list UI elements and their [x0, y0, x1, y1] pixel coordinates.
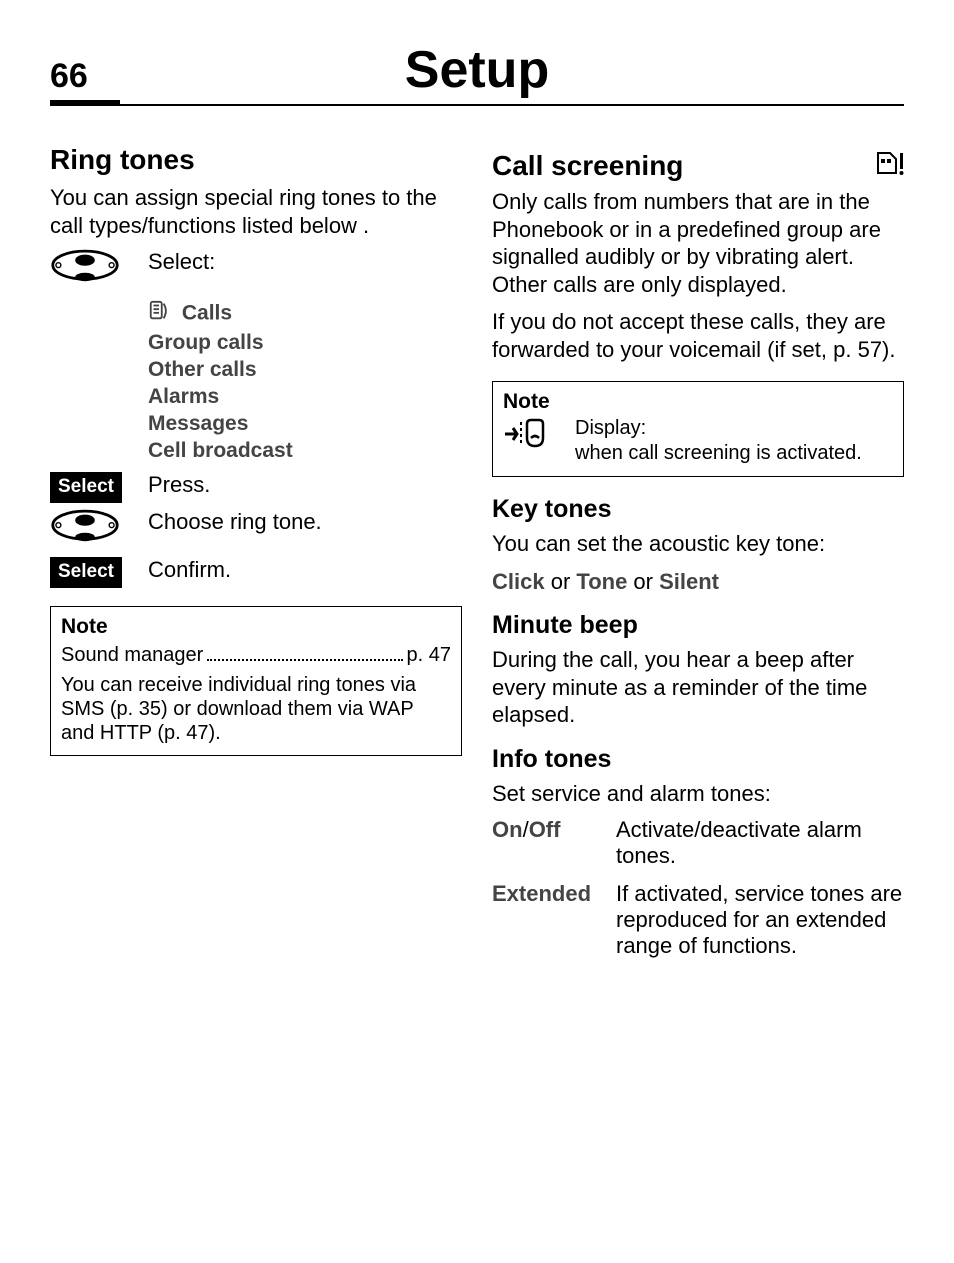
note-title: Note — [61, 615, 451, 639]
option-group-calls: Group calls — [148, 331, 462, 355]
select-label: Select: — [148, 249, 462, 275]
left-column: Ring tones You can assign special ring t… — [50, 134, 462, 959]
opt-click: Click — [492, 569, 545, 594]
on-label: On — [492, 817, 523, 842]
call-screening-p1: Only calls from numbers that are in the … — [492, 188, 904, 298]
ring-tones-heading: Ring tones — [50, 144, 462, 176]
cs-note-body: Display: when call screening is activate… — [575, 416, 893, 466]
cs-note-line2: when call screening is activated. — [575, 442, 862, 464]
option-cell-broadcast: Cell broadcast — [148, 439, 462, 463]
key-tones-p: You can set the acoustic key tone: — [492, 530, 904, 558]
softkey-select-1: Select — [50, 472, 130, 503]
option-calls-label: Calls — [182, 302, 232, 325]
press-label: Press. — [148, 472, 462, 498]
option-other-calls: Other calls — [148, 358, 462, 382]
ring-tones-steps: Select: Calls Group calls Other calls Al… — [50, 249, 462, 588]
rocker-icon-2 — [50, 509, 130, 551]
note-body: You can receive individual ring tones vi… — [61, 673, 451, 745]
ring-tone-options: Calls Group calls Other calls Alarms Mes… — [148, 297, 462, 466]
call-screening-note-box: Note Display: when call screening is act… — [492, 381, 904, 477]
sound-manager-ref: Sound manager p. 47 — [61, 641, 451, 667]
softkey-select-label-2: Select — [50, 557, 122, 588]
content-columns: Ring tones You can assign special ring t… — [50, 134, 904, 959]
call-screening-heading: Call screening — [492, 150, 683, 182]
opt-or2: or — [627, 569, 659, 594]
page-number: 66 — [50, 57, 120, 106]
confirm-label: Confirm. — [148, 557, 462, 583]
onoff-key: On/Off — [492, 817, 602, 869]
calls-icon — [148, 300, 170, 328]
choose-ring-tone-label: Choose ring tone. — [148, 509, 462, 535]
sim-service-icon — [872, 151, 904, 182]
key-tones-heading: Key tones — [492, 495, 904, 524]
sound-manager-label: Sound manager — [61, 644, 203, 667]
info-tones-table: On/Off Activate/deactivate alarm tones. … — [492, 817, 904, 959]
opt-silent: Silent — [659, 569, 719, 594]
info-tones-p: Set service and alarm tones: — [492, 780, 904, 808]
minute-beep-p: During the call, you hear a beep after e… — [492, 646, 904, 729]
opt-or1: or — [545, 569, 577, 594]
info-tones-heading: Info tones — [492, 745, 904, 774]
off-label: Off — [529, 817, 561, 842]
minute-beep-heading: Minute beep — [492, 611, 904, 640]
ring-tones-note-box: Note Sound manager p. 47 You can receive… — [50, 606, 462, 756]
opt-tone: Tone — [576, 569, 627, 594]
extended-value: If activated, service tones are reproduc… — [616, 881, 904, 959]
cs-note-title: Note — [503, 390, 893, 414]
softkey-select-label-1: Select — [50, 472, 122, 503]
key-tones-options: Click or Tone or Silent — [492, 568, 904, 596]
call-filter-icon — [503, 416, 559, 458]
option-alarms: Alarms — [148, 385, 462, 409]
option-calls: Calls — [148, 300, 462, 328]
right-column: Call screening Only calls from numbers t… — [492, 134, 904, 959]
rocker-icon — [50, 249, 130, 291]
softkey-select-2: Select — [50, 557, 130, 588]
ring-tones-intro: You can assign special ring tones to the… — [50, 184, 462, 239]
sound-manager-page: p. 47 — [407, 644, 451, 667]
extended-key: Extended — [492, 881, 602, 959]
page-header: 66 Setup — [50, 40, 904, 106]
page-title: Setup — [120, 40, 834, 100]
option-messages: Messages — [148, 412, 462, 436]
call-screening-p2: If you do not accept these calls, they a… — [492, 308, 904, 363]
dot-leader — [207, 641, 402, 661]
onoff-value: Activate/deactivate alarm tones. — [616, 817, 904, 869]
cs-note-line1: Display: — [575, 417, 646, 439]
